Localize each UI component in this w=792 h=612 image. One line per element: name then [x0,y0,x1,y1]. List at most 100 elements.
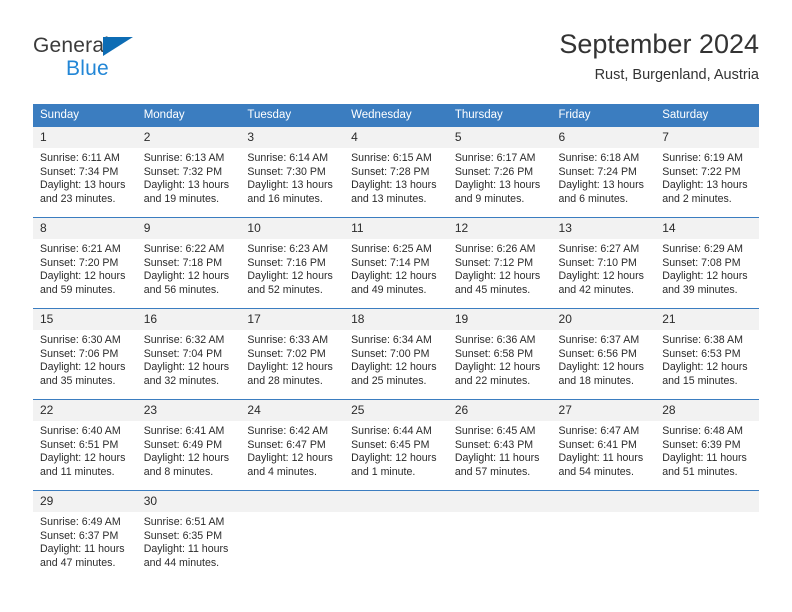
calendar-day-cell[interactable]: 19 Sunrise: 6:36 AM Sunset: 6:58 PM Dayligh… [447,308,552,400]
calendar-day-cell[interactable]: 28 Sunrise: 6:48 AM Sunset: 6:39 PM Dayligh… [655,399,759,491]
calendar-day-cell[interactable]: 7 Sunrise: 6:19 AM Sunset: 7:22 PM Daylight… [655,126,759,218]
daylight-duration-line2: and 4 minutes. [247,465,317,478]
sunset-time: Sunset: 6:56 PM [558,347,637,360]
daylight-duration-line1: Daylight: 12 hours [662,361,748,374]
calendar-day-cell[interactable]: 6 Sunrise: 6:18 AM Sunset: 7:24 PM Daylight… [551,126,656,218]
daylight-duration-line2: and 44 minutes. [143,556,220,569]
day-info: Sunrise: 6:22 AM Sunset: 7:18 PM Daylight:… [137,239,241,297]
daylight-duration-line1: Daylight: 11 hours [143,543,229,556]
calendar-day-cell[interactable]: 24 Sunrise: 6:42 AM Sunset: 6:47 PM Dayligh… [240,399,345,491]
calendar-day-cell[interactable]: 8 Sunrise: 6:21 AM Sunset: 7:20 PM Daylight… [33,217,137,309]
sunrise-time: Sunrise: 6:33 AM [247,334,329,346]
calendar-day-cell[interactable]: 30 Sunrise: 6:51 AM Sunset: 6:35 PM Dayligh… [136,490,241,581]
calendar-day-cell[interactable]: 2 Sunrise: 6:13 AM Sunset: 7:32 PM Daylight… [136,126,241,218]
daylight-duration-line2: and 45 minutes. [454,283,531,296]
sunrise-time: Sunrise: 6:40 AM [40,425,121,437]
title-block: September 2024 Rust, Burgenland, Austria [559,28,759,85]
calendar-day-cell[interactable]: 17 Sunrise: 6:33 AM Sunset: 7:02 PM Dayligh… [240,308,345,400]
sunrise-time: Sunrise: 6:47 AM [558,425,640,437]
sunrise-time: Sunrise: 6:34 AM [351,334,432,346]
sunset-time: Sunset: 7:06 PM [40,347,119,360]
day-number: 12 [447,218,552,239]
sunset-time: Sunset: 7:12 PM [454,256,534,269]
daylight-duration-line1: Daylight: 11 hours [454,452,540,465]
sunrise-time: Sunrise: 6:15 AM [351,152,432,164]
calendar-day-cell[interactable]: 23 Sunrise: 6:41 AM Sunset: 6:49 PM Dayligh… [136,399,241,491]
weekday-header-sunday: Sunday [33,104,137,127]
day-info: Sunrise: 6:40 AM Sunset: 6:51 PM Daylight:… [33,421,137,479]
calendar-day-cell[interactable]: 3 Sunrise: 6:14 AM Sunset: 7:30 PM Daylight… [240,126,345,218]
calendar-day-cell[interactable]: 21 Sunrise: 6:38 AM Sunset: 6:53 PM Dayligh… [655,308,759,400]
sunrise-time: Sunrise: 6:18 AM [558,152,640,164]
calendar-day-cell[interactable]: 25 Sunrise: 6:44 AM Sunset: 6:45 PM Dayligh… [344,399,448,491]
day-info [240,512,344,516]
calendar-day-cell[interactable]: 4 Sunrise: 6:15 AM Sunset: 7:28 PM Daylight… [344,126,448,218]
daylight-duration-line2: and 19 minutes. [143,192,220,205]
sunset-time: Sunset: 7:08 PM [662,256,741,269]
day-info: Sunrise: 6:13 AM Sunset: 7:32 PM Daylight:… [137,148,241,206]
daylight-duration-line1: Daylight: 12 hours [351,452,437,465]
sunset-time: Sunset: 6:39 PM [662,438,741,451]
sunset-time: Sunset: 7:30 PM [247,165,326,178]
day-info [448,512,552,516]
calendar-day-cell[interactable]: 5 Sunrise: 6:17 AM Sunset: 7:26 PM Daylight… [447,126,552,218]
calendar-week-row: 29 Sunrise: 6:49 AM Sunset: 6:37 PM Dayligh… [33,490,759,581]
day-number: 9 [136,218,241,239]
day-info: Sunrise: 6:11 AM Sunset: 7:34 PM Daylight:… [33,148,137,206]
daylight-duration-line1: Daylight: 11 hours [662,452,747,465]
calendar-day-cell[interactable]: 10 Sunrise: 6:23 AM Sunset: 7:16 PM Dayligh… [240,217,345,309]
sunrise-time: Sunrise: 6:25 AM [351,243,432,255]
daylight-duration-line1: Daylight: 13 hours [662,179,748,192]
daylight-duration-line2: and 1 minute. [351,465,416,478]
sunrise-time: Sunrise: 6:29 AM [662,243,743,255]
sunset-time: Sunset: 7:10 PM [558,256,637,269]
day-info: Sunrise: 6:36 AM Sunset: 6:58 PM Daylight:… [448,330,552,388]
day-info: Sunrise: 6:21 AM Sunset: 7:20 PM Daylight:… [33,239,137,297]
day-number: 5 [447,127,552,148]
day-info: Sunrise: 6:42 AM Sunset: 6:47 PM Daylight:… [240,421,344,479]
calendar-table: Sunday Monday Tuesday Wednesday Thursday… [33,104,759,581]
day-number: 6 [551,127,656,148]
daylight-duration-line1: Daylight: 12 hours [40,361,126,374]
day-info: Sunrise: 6:27 AM Sunset: 7:10 PM Daylight:… [552,239,656,297]
daylight-duration-line1: Daylight: 13 hours [454,179,541,192]
calendar-day-cell[interactable]: 20 Sunrise: 6:37 AM Sunset: 6:56 PM Dayligh… [551,308,656,400]
day-number: 22 [33,400,137,421]
calendar-day-cell[interactable]: 11 Sunrise: 6:25 AM Sunset: 7:14 PM Dayligh… [344,217,448,309]
calendar-day-cell[interactable]: 12 Sunrise: 6:26 AM Sunset: 7:12 PM Dayligh… [447,217,552,309]
calendar-day-cell[interactable]: 14 Sunrise: 6:29 AM Sunset: 7:08 PM Dayligh… [655,217,759,309]
calendar-day-cell[interactable]: 13 Sunrise: 6:27 AM Sunset: 7:10 PM Dayligh… [551,217,656,309]
calendar-day-cell[interactable]: 15 Sunrise: 6:30 AM Sunset: 7:06 PM Dayligh… [33,308,137,400]
day-number: 19 [447,309,552,330]
day-number: 26 [447,400,552,421]
sunrise-time: Sunrise: 6:41 AM [143,425,225,437]
calendar-day-cell[interactable]: 1 Sunrise: 6:11 AM Sunset: 7:34 PM Daylight… [33,126,137,218]
day-number: 23 [136,400,241,421]
day-number: 20 [551,309,656,330]
calendar-day-cell[interactable]: 22 Sunrise: 6:40 AM Sunset: 6:51 PM Dayligh… [33,399,137,491]
daylight-duration-line2: and 18 minutes. [558,374,634,387]
calendar-day-cell[interactable]: 26 Sunrise: 6:45 AM Sunset: 6:43 PM Dayligh… [447,399,552,491]
general-blue-logo: General Blue [33,34,233,90]
day-info: Sunrise: 6:48 AM Sunset: 6:39 PM Daylight:… [655,421,759,479]
calendar-day-cell[interactable]: 16 Sunrise: 6:32 AM Sunset: 7:04 PM Dayligh… [136,308,241,400]
daylight-duration-line2: and 6 minutes. [558,192,629,205]
sunrise-time: Sunrise: 6:27 AM [558,243,640,255]
daylight-duration-line1: Daylight: 12 hours [558,361,644,374]
day-number: 4 [344,127,448,148]
daylight-duration-line1: Daylight: 13 hours [351,179,437,192]
sunset-time: Sunset: 6:35 PM [143,529,223,542]
sunset-time: Sunset: 7:18 PM [143,256,223,269]
calendar-day-cell[interactable]: 29 Sunrise: 6:49 AM Sunset: 6:37 PM Dayligh… [33,490,137,581]
calendar-day-cell[interactable]: 9 Sunrise: 6:22 AM Sunset: 7:18 PM Daylight… [136,217,241,309]
calendar-day-cell[interactable]: 27 Sunrise: 6:47 AM Sunset: 6:41 PM Dayligh… [551,399,656,491]
day-info: Sunrise: 6:45 AM Sunset: 6:43 PM Daylight:… [448,421,552,479]
daylight-duration-line1: Daylight: 11 hours [40,543,125,556]
daylight-duration-line2: and 8 minutes. [143,465,214,478]
sunset-time: Sunset: 7:04 PM [143,347,223,360]
sunset-time: Sunset: 7:26 PM [454,165,534,178]
calendar-day-cell[interactable]: 18 Sunrise: 6:34 AM Sunset: 7:00 PM Dayligh… [344,308,448,400]
calendar-day-cell-empty [240,490,345,581]
daylight-duration-line1: Daylight: 12 hours [558,270,644,283]
day-info: Sunrise: 6:37 AM Sunset: 6:56 PM Daylight:… [552,330,656,388]
